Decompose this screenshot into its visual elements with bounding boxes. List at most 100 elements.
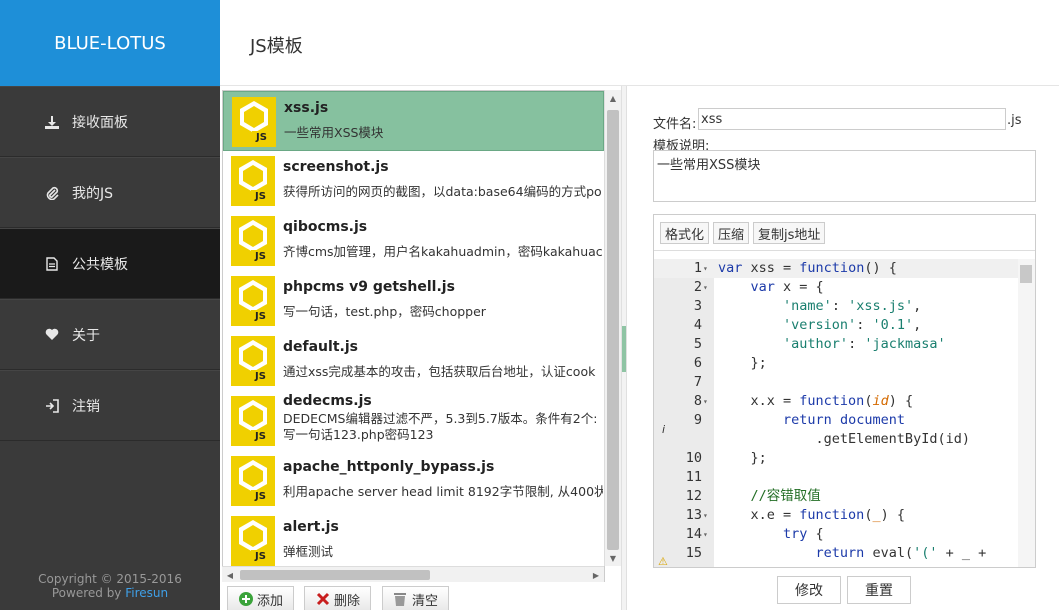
clear-label: 清空 (412, 593, 439, 609)
line-number: 7 (693, 374, 702, 390)
template-name: apache_httponly_bypass.js (283, 459, 495, 475)
scroll-left-arrow-icon[interactable]: ◀ (222, 567, 238, 583)
fold-arrow-icon[interactable]: ▾ (703, 525, 713, 544)
scroll-thumb[interactable] (240, 570, 430, 580)
scroll-right-arrow-icon[interactable]: ▶ (588, 567, 604, 583)
fold-arrow-icon[interactable]: ▾ (703, 392, 713, 411)
template-name: alert.js (283, 519, 339, 535)
code-line[interactable]: 6 }; (654, 354, 1018, 373)
code-text: 'version': '0.1', (783, 317, 922, 333)
nav-item-receive-panel[interactable]: 接收面板 (0, 86, 220, 157)
firesun-link[interactable]: Firesun (125, 586, 168, 600)
code-line[interactable]: 8 ▾ x.x = function(id) { (654, 392, 1018, 411)
template-item[interactable]: JS alert.js 弹框测试 (223, 511, 604, 571)
code-line[interactable]: 9 return document (654, 411, 1018, 430)
code-text: try { (783, 526, 824, 542)
code-text: var x = { (750, 279, 824, 295)
copy-js-url-button[interactable]: 复制js地址 (753, 222, 826, 244)
delete-button[interactable]: 删除 (304, 586, 372, 610)
template-description: 利用apache server head limit 8192字节限制, 从40… (283, 484, 603, 499)
clear-button[interactable]: 清空 (382, 586, 450, 610)
scroll-thumb[interactable] (1020, 265, 1032, 283)
code-text: 'author': 'jackmasa' (783, 336, 946, 352)
fold-arrow-icon[interactable]: ▾ (703, 506, 713, 525)
code-line[interactable]: 10 }; (654, 449, 1018, 468)
nav-item-public-templates[interactable]: 公共模板 (0, 228, 220, 299)
code-text: }; (718, 450, 767, 466)
document-icon (44, 256, 60, 272)
template-item[interactable]: JS qibocms.js 齐博cms加管理，用户名kakahuadmin，密码ka… (223, 211, 604, 271)
line-number: 14 (685, 526, 702, 542)
nav-label: 接收面板 (72, 114, 128, 131)
fold-arrow-icon[interactable]: ▾ (703, 259, 713, 278)
code-line[interactable]: 15 return eval('(' + _ + (654, 544, 1018, 563)
code-text: return document (783, 412, 905, 428)
template-name: qibocms.js (283, 219, 368, 235)
code-line[interactable]: 11 (654, 468, 1018, 487)
nav-item-my-js[interactable]: 我的JS (0, 157, 220, 228)
panel-splitter[interactable] (621, 86, 627, 610)
scroll-down-arrow-icon[interactable]: ▼ (605, 550, 621, 566)
modify-button[interactable]: 修改 (777, 576, 841, 604)
scroll-thumb[interactable] (607, 110, 619, 550)
trash-icon (394, 593, 406, 606)
code-line[interactable]: 4 'version': '0.1', (654, 316, 1018, 335)
powered-by: Powered by Firesun (0, 586, 220, 600)
template-item[interactable]: JS dedecms.js DEDECMS编辑器过滤不严，5.3到5.7版本。条件有… (223, 391, 604, 451)
code-area[interactable]: 1 ▾ var xss = function() {2 ▾ var x = {3 'n… (654, 259, 1018, 567)
editor-scrollbar[interactable] (1018, 259, 1035, 567)
nav-item-logout[interactable]: 注销 (0, 370, 220, 441)
code-line[interactable]: 12 //容错取值 (654, 487, 1018, 506)
copyright: Copyright © 2015-2016 Powered by Firesun (0, 572, 220, 600)
filename-input[interactable] (698, 108, 1006, 130)
code-editor: 格式化 压缩 复制js地址 1 ▾ var xss = function() {2 ▾… (653, 214, 1036, 568)
code-line[interactable]: .getElementById(id) (654, 430, 1018, 449)
template-name: dedecms.js (283, 393, 372, 409)
list-horizontal-scrollbar[interactable]: ◀ ▶ (222, 566, 604, 582)
code-line[interactable]: 13 ▾ x.e = function(_) { (654, 506, 1018, 525)
editor-toolbar: 格式化 压缩 复制js地址 (654, 215, 1035, 251)
js-file-icon: JS (231, 336, 275, 386)
template-item[interactable]: JS apache_httponly_bypass.js 利用apache serv… (223, 451, 604, 511)
js-file-icon: JS (231, 516, 275, 566)
template-description: 获得所访问的网页的截图，以data:base64编码的方式po (283, 184, 602, 199)
code-line[interactable]: 5 'author': 'jackmasa' (654, 335, 1018, 354)
list-vertical-scrollbar[interactable]: ▲ ▼ (604, 90, 621, 566)
template-name: phpcms v9 getshell.js (283, 279, 455, 295)
template-description: 一些常用XSS模块 (284, 125, 384, 140)
js-badge: JS (256, 132, 267, 143)
code-text: x.x = function(id) { (718, 393, 914, 409)
download-icon (44, 114, 60, 130)
line-number: 4 (693, 317, 702, 333)
compress-button[interactable]: 压缩 (713, 222, 750, 244)
nav-label: 注销 (72, 398, 100, 415)
line-number: 10 (685, 450, 702, 466)
fold-arrow-icon[interactable]: ▾ (703, 278, 713, 297)
template-description: DEDECMS编辑器过滤不严，5.3到5.7版本。条件有2个: 写一句话123.p… (283, 411, 603, 443)
format-button[interactable]: 格式化 (660, 222, 710, 244)
template-item[interactable]: JS screenshot.js 获得所访问的网页的截图，以data:base64编… (223, 151, 604, 211)
code-line[interactable]: 7 (654, 373, 1018, 392)
template-item[interactable]: JS phpcms v9 getshell.js 写一句话，test.php，密码c… (223, 271, 604, 331)
code-line[interactable]: 3 'name': 'xss.js', (654, 297, 1018, 316)
brand-logo[interactable]: BLUE-LOTUS (0, 0, 220, 86)
nav-item-about[interactable]: 关于 (0, 299, 220, 370)
code-line[interactable]: 1 ▾ var xss = function() { (654, 259, 1018, 278)
code-line[interactable]: 14 ▾ try { (654, 525, 1018, 544)
reset-button[interactable]: 重置 (847, 576, 911, 604)
line-number: 13 (685, 507, 702, 523)
template-item[interactable]: JS default.js 通过xss完成基本的攻击，包括获取后台地址，认证cook (223, 331, 604, 391)
description-textarea[interactable]: 一些常用XSS模块 (653, 150, 1036, 202)
nav-label: 我的JS (72, 185, 114, 202)
add-button[interactable]: 添加 (227, 586, 295, 610)
js-badge: JS (255, 191, 266, 202)
splitter-grip[interactable] (622, 326, 626, 372)
code-text: var xss = function() { (718, 260, 897, 276)
heart-icon (44, 327, 60, 343)
code-line[interactable]: 2 ▾ var x = { (654, 278, 1018, 297)
filename-label: 文件名: (653, 117, 697, 132)
scroll-up-arrow-icon[interactable]: ▲ (605, 90, 621, 106)
template-item[interactable]: JS xss.js 一些常用XSS模块 (223, 91, 604, 151)
filename-suffix: .js (1007, 113, 1022, 128)
header: JS模板 (220, 0, 1059, 86)
